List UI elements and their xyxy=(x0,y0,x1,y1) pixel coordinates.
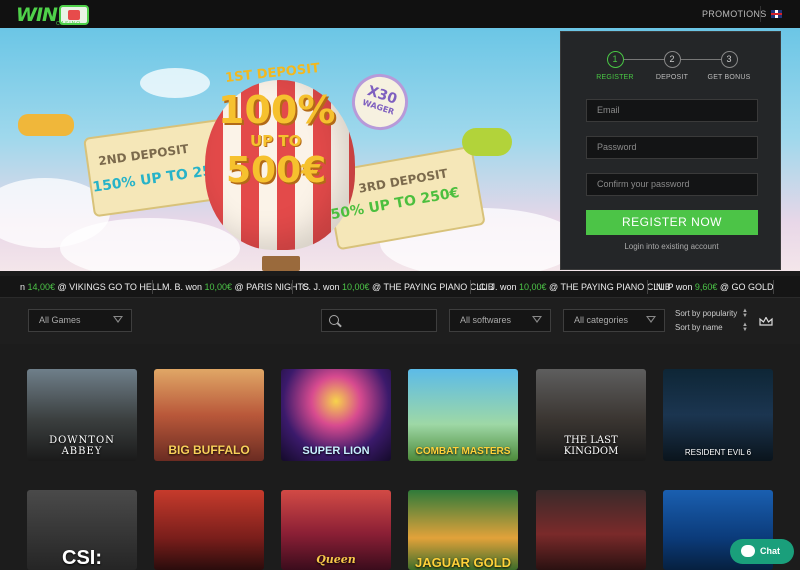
softwares-filter-select[interactable]: All softwares xyxy=(449,309,551,332)
search-icon xyxy=(329,315,339,325)
crown-icon[interactable] xyxy=(759,317,773,326)
game-tile[interactable]: SUPER LION xyxy=(281,369,391,461)
categories-filter-value: All categories xyxy=(574,315,629,325)
game-title: SUPER LION xyxy=(302,445,370,457)
game-title: RESIDENT EVIL 6 xyxy=(684,448,752,457)
email-field[interactable]: Email xyxy=(586,99,758,122)
sort-by-name[interactable]: Sort by name xyxy=(675,323,723,332)
ticker-item: M. B. won 10,00€ @ PARIS NIGHTS xyxy=(162,282,310,292)
sort-arrows-icon[interactable]: ▲ ▼ xyxy=(742,322,748,333)
divider xyxy=(470,280,471,294)
dropdown-arrow-icon xyxy=(532,316,542,323)
step-number: 1 xyxy=(606,51,624,68)
dropdown-arrow-icon xyxy=(113,316,123,323)
game-title: DOWNTON ABBEY xyxy=(49,435,115,457)
ticker-item: C. J. won 10,00€ @ THE PAYING PIANO CLUB xyxy=(479,282,671,292)
game-title: THE LAST KINGDOM xyxy=(563,435,619,457)
game-tile[interactable]: Queen xyxy=(281,490,391,570)
chat-bubble-icon xyxy=(741,545,755,557)
divider xyxy=(760,6,761,22)
game-tile[interactable]: DOWNTON ABBEY xyxy=(27,369,137,461)
login-link[interactable]: Login into existing account xyxy=(561,242,782,251)
game-tile[interactable] xyxy=(154,490,264,570)
register-now-button[interactable]: REGISTER NOW xyxy=(586,210,758,235)
deposit1-percent: 100% xyxy=(218,88,336,132)
games-filter-value: All Games xyxy=(39,315,81,325)
step-get-bonus: 3 GET BONUS xyxy=(699,51,759,81)
game-tile[interactable]: RESIDENT EVIL 6 xyxy=(663,369,773,461)
winners-ticker: n 14,00€ @ VIKINGS GO TO HELL M. B. won … xyxy=(0,276,800,298)
divider xyxy=(152,280,153,294)
deposit1-upto: UP TO xyxy=(250,132,302,150)
step-deposit: 2 DEPOSIT xyxy=(642,51,702,81)
ticker-item: N. P won 9,60€ @ GO GOLD xyxy=(656,282,774,292)
softwares-filter-value: All softwares xyxy=(460,315,512,325)
sort-by-popularity[interactable]: Sort by popularity xyxy=(675,309,737,318)
cloud xyxy=(60,218,240,271)
game-tile[interactable] xyxy=(536,490,646,570)
game-title: Queen xyxy=(316,553,356,566)
game-title: CSI: xyxy=(62,547,102,569)
divider xyxy=(647,280,648,294)
game-title: BIG BUFFALO xyxy=(168,443,250,457)
deposit1-amount: 500€ xyxy=(226,150,327,191)
game-title: COMBAT MASTERS xyxy=(415,446,511,457)
password-field[interactable]: Password xyxy=(586,136,758,159)
step-number: 2 xyxy=(663,51,681,68)
helicopter-illustration xyxy=(462,128,512,156)
game-tile[interactable]: THE LAST KINGDOM xyxy=(536,369,646,461)
airplane-illustration xyxy=(18,114,74,136)
game-tile[interactable]: CSI: xyxy=(27,490,137,570)
game-tile[interactable]: COMBAT MASTERS xyxy=(408,369,518,461)
chat-label: Chat xyxy=(760,546,780,556)
chat-button[interactable]: Chat xyxy=(730,539,794,564)
filter-bar: All Games All softwares All categories S… xyxy=(0,298,800,344)
logo-subtitle: CASINO xyxy=(56,21,82,27)
categories-filter-select[interactable]: All categories xyxy=(563,309,665,332)
ticker-item: C. J. won 10,00€ @ THE PAYING PIANO CLUB xyxy=(302,282,494,292)
confirm-password-field[interactable]: Confirm your password xyxy=(586,173,758,196)
step-number: 3 xyxy=(720,51,738,68)
ticker-item: n 14,00€ @ VIKINGS GO TO HELL xyxy=(20,282,162,292)
game-tile[interactable]: BIG BUFFALO xyxy=(154,369,264,461)
promotions-link[interactable]: PROMOTIONS xyxy=(702,9,767,19)
balloon-basket xyxy=(262,256,300,271)
cloud xyxy=(140,68,210,98)
step-label: DEPOSIT xyxy=(655,74,689,81)
step-label: GET BONUS xyxy=(707,74,751,81)
step-register: 1 REGISTER xyxy=(585,51,645,81)
register-panel: 1 REGISTER 2 DEPOSIT 3 GET BONUS Email P… xyxy=(560,31,781,270)
divider xyxy=(773,280,774,294)
game-grid: DOWNTON ABBEY BIG BUFFALO SUPER LION COM… xyxy=(0,344,800,570)
step-label: REGISTER xyxy=(596,74,634,81)
divider xyxy=(292,280,293,294)
game-title: JAGUAR GOLD xyxy=(414,555,512,570)
wager-badge: X30 WAGER xyxy=(344,66,416,138)
dropdown-arrow-icon xyxy=(646,316,656,323)
search-input[interactable] xyxy=(321,309,437,332)
register-steps: 1 REGISTER 2 DEPOSIT 3 GET BONUS xyxy=(561,51,782,91)
game-tile[interactable]: JAGUAR GOLD xyxy=(408,490,518,570)
games-filter-select[interactable]: All Games xyxy=(28,309,132,332)
uk-flag-icon[interactable] xyxy=(771,10,782,18)
sort-arrows-icon[interactable]: ▲ ▼ xyxy=(742,308,748,319)
logo-text: WIN xyxy=(16,4,58,26)
top-bar: WIN CASINO PROMOTIONS xyxy=(0,0,800,28)
